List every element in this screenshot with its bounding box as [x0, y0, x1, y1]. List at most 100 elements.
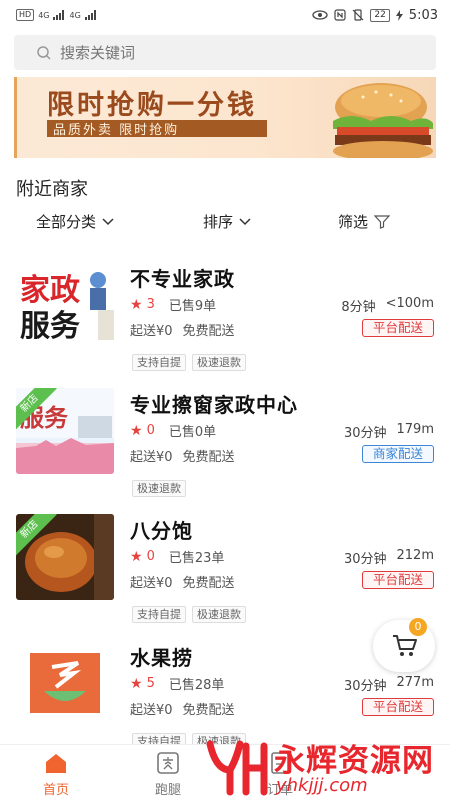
shop-delivery-row: 起送¥0 免费配送: [130, 572, 235, 591]
shop-rating-row: ★ 0 已售23单: [130, 547, 225, 567]
star-icon: ★: [130, 548, 143, 565]
delivery-type-badge: 平台配送: [361, 319, 434, 337]
clock: 5:03: [408, 7, 438, 23]
watermark-text: 永辉资源网: [274, 743, 434, 779]
banner-title: 限时抢购一分钱: [47, 90, 257, 121]
shop-delivery-fee: 免费配送: [182, 703, 235, 718]
thumb-text: 服务: [20, 309, 80, 344]
shop-min-order: 起送¥0: [130, 576, 173, 591]
shop-distance: 179m: [396, 422, 434, 437]
delivery-type-badge: 商家配送: [361, 445, 434, 463]
search-input[interactable]: [60, 43, 400, 62]
tab-home-label: 首页: [42, 783, 69, 798]
category-filter-label: 全部分类: [36, 213, 97, 231]
shop-sold: 已售9单: [168, 299, 217, 314]
shop-tag: 支持自提: [132, 354, 186, 371]
signal-4g-1: 4G: [38, 10, 50, 20]
shop-name: 专业擦窗家政中心: [130, 393, 298, 417]
shop-eta-distance: 30分钟 179m: [344, 422, 434, 441]
shop-rating: 5: [146, 676, 155, 691]
burger-image: [333, 83, 433, 158]
shop-delivery-row: 起送¥0 免费配送: [130, 446, 235, 465]
shop-thumbnail: 服务 新店: [16, 388, 114, 474]
tab-home[interactable]: 首页: [26, 751, 86, 798]
shop-distance: 212m: [396, 548, 434, 563]
sort-filter-label: 排序: [203, 213, 234, 231]
star-icon: ★: [130, 422, 143, 439]
screen-filter[interactable]: 筛选: [338, 211, 391, 232]
tab-errand-label: 跑腿: [154, 783, 181, 798]
shop-min-order: 起送¥0: [130, 450, 173, 465]
category-filter[interactable]: 全部分类: [36, 211, 114, 232]
shop-rating-row: ★ 5 已售28单: [130, 674, 225, 694]
star-icon: ★: [130, 296, 143, 313]
shop-distance: <100m: [385, 296, 434, 311]
shop-eta: 30分钟: [343, 426, 387, 441]
delivery-type-badge: 平台配送: [361, 698, 434, 716]
shop-name: 水果捞: [130, 646, 193, 670]
star-icon: ★: [130, 675, 143, 692]
battery-indicator: 22: [370, 8, 390, 22]
shop-sold: 已售28单: [168, 678, 225, 693]
signal-bars-icon: [53, 10, 65, 20]
shop-rating: 3: [146, 297, 155, 312]
banner-subtitle: 品质外卖 限时抢购: [53, 123, 180, 138]
cart-count-badge: 0: [409, 618, 427, 636]
signal-4g-2: 4G: [69, 10, 81, 20]
shop-delivery-row: 起送¥0 免费配送: [130, 320, 235, 339]
filter-bar: 全部分类 排序 筛选: [0, 206, 450, 236]
chevron-down-icon: [239, 217, 251, 225]
watermark-logo: [206, 740, 268, 796]
sort-filter[interactable]: 排序: [203, 211, 251, 232]
watermark-url: yhkjjj.com: [276, 775, 368, 796]
shop-sold: 已售23单: [168, 551, 225, 566]
shop-rating-row: ★ 3 已售9单: [130, 295, 217, 315]
shop-eta-distance: 30分钟 212m: [344, 548, 434, 567]
shop-tag: 极速退款: [192, 354, 246, 371]
shop-delivery-fee: 免费配送: [182, 450, 235, 465]
shopping-cart-icon: [393, 635, 417, 656]
shop-eta: 30分钟: [343, 679, 387, 694]
funnel-icon: [374, 214, 391, 229]
shop-eta: 8分钟: [341, 300, 376, 315]
signal-bars-icon: [84, 10, 96, 20]
shop-item[interactable]: 家政 服务 不专业家政 ★ 3 已售9单 8分钟 <100m 起送¥0 免费配送…: [0, 262, 450, 388]
charging-icon: [395, 9, 403, 21]
shop-item[interactable]: 服务 新店 专业擦窗家政中心 ★ 0 已售0单 30分钟 179m 起送¥0 免…: [0, 388, 450, 514]
watermark: 永辉资源网 yhkjjj.com: [196, 732, 450, 800]
shop-tag: 支持自提: [132, 606, 186, 623]
errand-icon: [157, 752, 179, 774]
thumb-text: 家政: [20, 273, 80, 308]
shop-min-order: 起送¥0: [130, 324, 173, 339]
mute-icon: [352, 9, 364, 21]
shop-eta-distance: 30分钟 277m: [344, 675, 434, 694]
search-icon: [37, 45, 51, 60]
shop-name: 八分饱: [130, 519, 193, 543]
shop-rating: 0: [146, 423, 155, 438]
home-icon: [46, 754, 66, 773]
shop-thumbnail: [16, 641, 114, 727]
shop-tags: 支持自提 极速退款: [132, 606, 246, 623]
shop-tags: 极速退款: [132, 480, 186, 497]
shop-distance: 277m: [396, 675, 434, 690]
shop-thumbnail: 家政 服务: [16, 262, 114, 348]
tab-errand[interactable]: 跑腿: [138, 751, 198, 798]
promo-banner[interactable]: 限时抢购一分钱 品质外卖 限时抢购: [14, 77, 436, 158]
shop-tag: 极速退款: [132, 480, 186, 497]
cart-button[interactable]: 0: [373, 618, 435, 672]
shop-rating: 0: [146, 549, 155, 564]
shop-eta-distance: 8分钟 <100m: [341, 296, 434, 315]
shop-tags: 支持自提 极速退款: [132, 354, 246, 371]
chevron-down-icon: [102, 217, 114, 225]
shop-tag: 极速退款: [192, 606, 246, 623]
shop-delivery-row: 起送¥0 免费配送: [130, 699, 235, 718]
status-bar: HD 4G 4G 22 5:03: [0, 0, 450, 30]
shop-delivery-fee: 免费配送: [182, 324, 235, 339]
nfc-icon: [334, 9, 346, 21]
shop-item[interactable]: 新店 八分饱 ★ 0 已售23单 30分钟 212m 起送¥0 免费配送 平台配…: [0, 514, 450, 640]
delivery-type-badge: 平台配送: [361, 571, 434, 589]
section-title: 附近商家: [16, 179, 88, 200]
shop-rating-row: ★ 0 已售0单: [130, 421, 216, 441]
shop-thumbnail: 新店: [16, 514, 114, 600]
search-bar[interactable]: [14, 35, 436, 70]
